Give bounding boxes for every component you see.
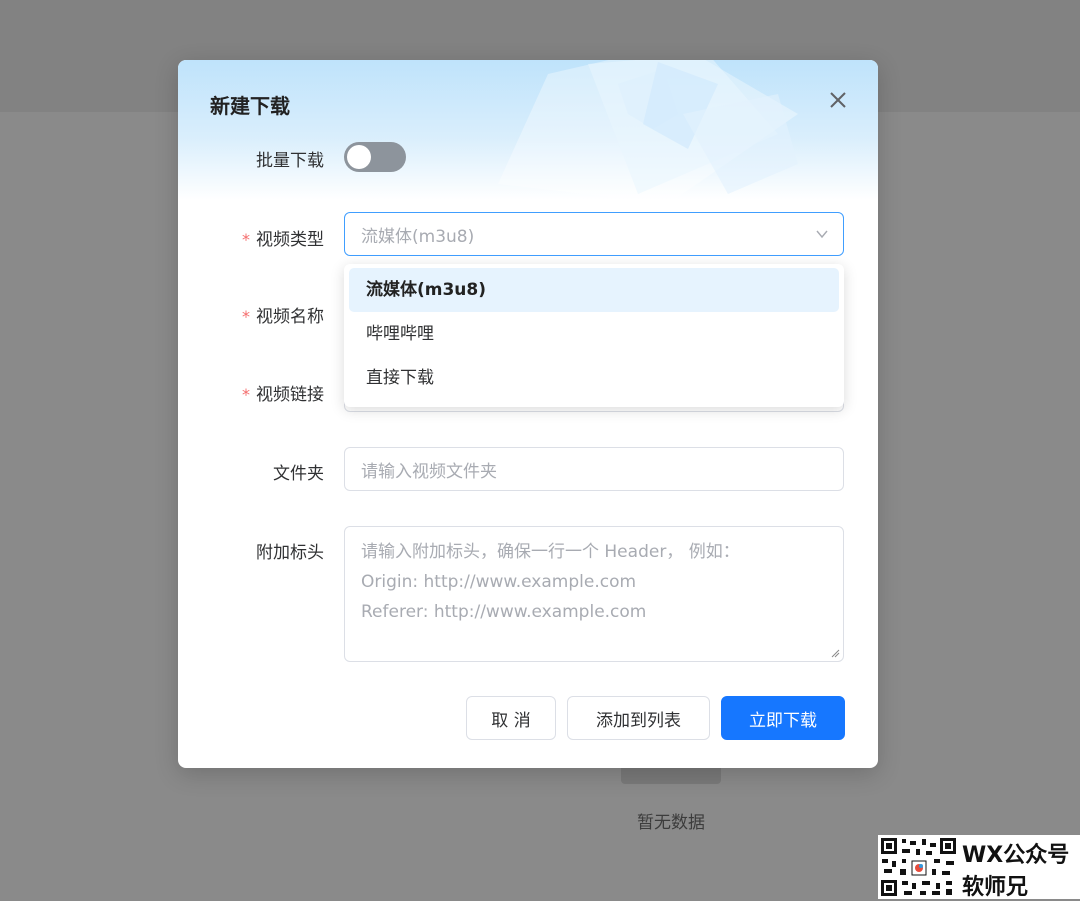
batch-download-label-text: 批量下载 — [256, 151, 324, 171]
new-download-dialog: 新建下载 批量下载 * 视频类型 流媒体(m3u8) * 视频名称 * 视频链接 文件… — [178, 60, 878, 768]
batch-download-label: 批量下载 — [256, 146, 324, 171]
dropdown-option-direct[interactable]: 直接下载 — [349, 356, 839, 400]
cancel-button[interactable]: 取 消 — [466, 696, 556, 740]
add-to-list-button[interactable]: 添加到列表 — [567, 696, 710, 740]
dropdown-option-m3u8[interactable]: 流媒体(m3u8) — [349, 268, 839, 312]
video-type-label-text: 视频类型 — [256, 230, 324, 250]
headers-placeholder-line: Origin: http://www.example.com — [361, 572, 637, 592]
video-link-label-text: 视频链接 — [256, 385, 324, 405]
video-type-dropdown: 流媒体(m3u8) 哔哩哔哩 直接下载 — [344, 264, 844, 407]
video-type-placeholder: 流媒体(m3u8) — [361, 226, 475, 247]
required-mark: * — [242, 307, 250, 326]
dialog-title: 新建下载 — [210, 94, 290, 118]
video-name-label-text: 视频名称 — [256, 307, 324, 327]
folder-input[interactable]: 请输入视频文件夹 — [344, 447, 844, 491]
folder-label-text: 文件夹 — [273, 464, 324, 484]
video-link-label: * 视频链接 — [242, 380, 324, 405]
headers-textarea[interactable]: 请输入附加标头，确保一行一个 Header， 例如： Origin: http:… — [344, 526, 844, 662]
video-name-label: * 视频名称 — [242, 302, 324, 327]
headers-label: 附加标头 — [256, 538, 324, 563]
folder-label: 文件夹 — [273, 459, 324, 484]
watermark-line-1: WX公众号 — [962, 843, 1070, 868]
video-type-select[interactable]: 流媒体(m3u8) — [344, 212, 844, 256]
required-mark: * — [242, 230, 250, 249]
dropdown-option-bilibili[interactable]: 哔哩哔哩 — [349, 312, 839, 356]
headers-placeholder-line: 请输入附加标头，确保一行一个 Header， 例如： — [361, 542, 740, 562]
download-now-button[interactable]: 立即下载 — [721, 696, 845, 740]
empty-state-text: 暂无数据 — [637, 813, 705, 833]
watermark: WX公众号 软师兄 — [878, 835, 1080, 900]
close-button[interactable] — [824, 86, 852, 114]
close-icon — [830, 92, 846, 108]
resize-handle-icon[interactable] — [830, 648, 840, 658]
qr-code-icon — [880, 837, 958, 897]
switch-knob — [347, 145, 371, 169]
watermark-line-2: 软师兄 — [962, 875, 1029, 900]
video-type-label: * 视频类型 — [242, 225, 324, 250]
folder-placeholder: 请输入视频文件夹 — [361, 461, 497, 482]
batch-download-switch[interactable] — [344, 142, 406, 172]
download-illustration-icon — [498, 60, 798, 204]
chevron-down-icon — [816, 230, 828, 239]
required-mark: * — [242, 385, 250, 404]
headers-placeholder-line: Referer: http://www.example.com — [361, 602, 647, 622]
headers-label-text: 附加标头 — [256, 543, 324, 563]
